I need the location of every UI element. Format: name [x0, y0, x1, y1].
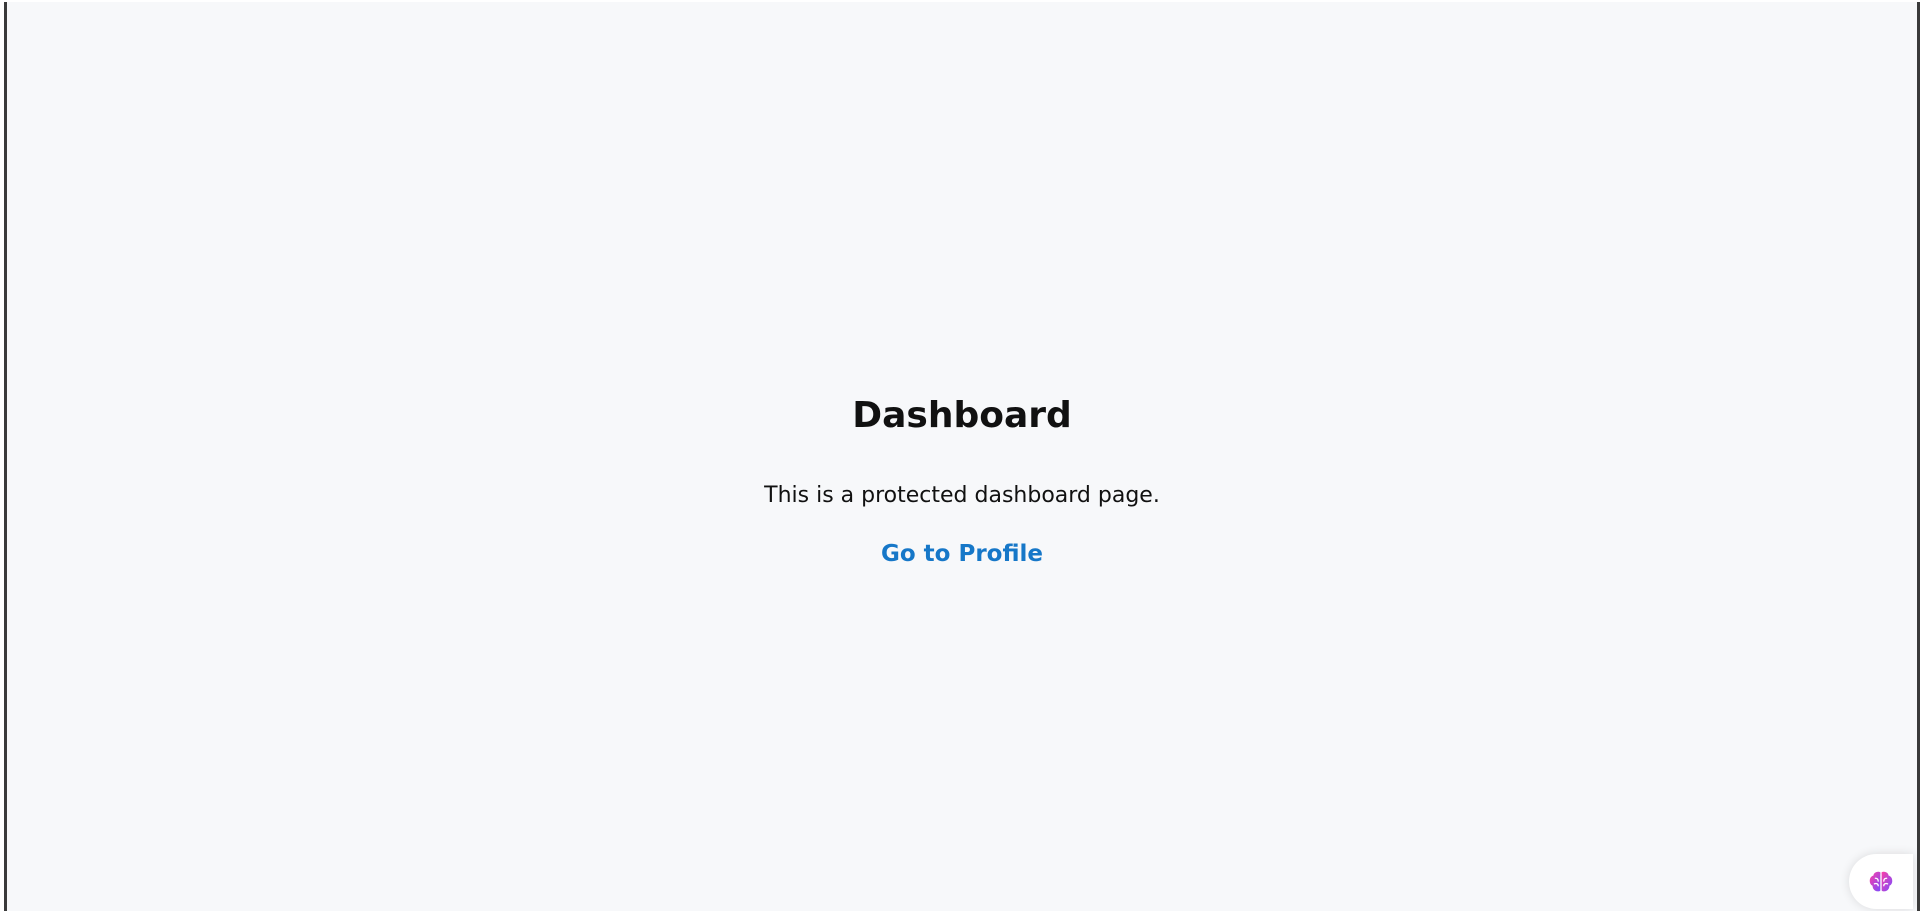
brain-icon — [1869, 871, 1893, 892]
dashboard-content: Dashboard This is a protected dashboard … — [7, 390, 1917, 570]
dashboard-description: This is a protected dashboard page. — [764, 483, 1160, 508]
page-viewport: Dashboard This is a protected dashboard … — [4, 2, 1920, 911]
profile-link[interactable]: Go to Profile — [881, 538, 1043, 570]
assistant-button[interactable] — [1849, 854, 1913, 909]
page-title: Dashboard — [852, 395, 1072, 436]
browser-frame: Dashboard This is a protected dashboard … — [0, 0, 1923, 913]
